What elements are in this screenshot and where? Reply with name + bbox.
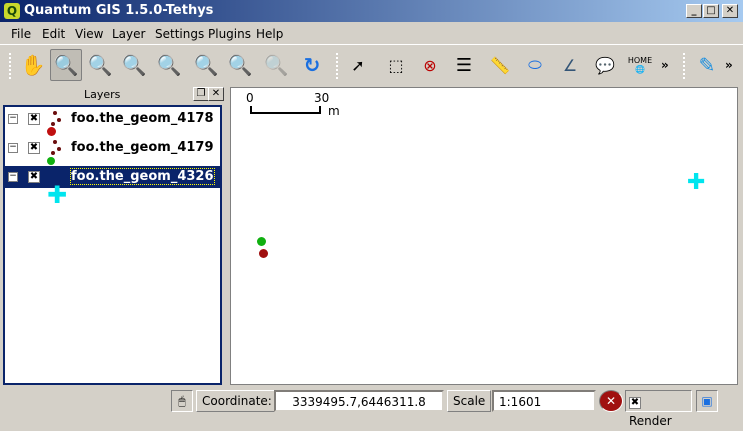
scalebar — [250, 106, 321, 114]
collapse-icon[interactable]: − — [8, 114, 18, 124]
zoom-full-icon[interactable]: 🔍 — [118, 49, 150, 81]
measure-line-icon[interactable]: 📏 — [484, 49, 516, 81]
menu-bar: File Edit View Layer Settings Plugins He… — [0, 22, 743, 44]
toolbar-overflow-button[interactable]: » — [725, 58, 733, 72]
projection-status-icon[interactable]: ▣ — [696, 390, 718, 412]
close-panel-button[interactable]: ✕ — [208, 87, 224, 101]
pan-icon[interactable]: ✋ — [17, 49, 49, 81]
menu-settings[interactable]: Settings — [155, 27, 204, 41]
qgis-logo-icon: Q — [4, 3, 20, 19]
render-label: Render — [629, 414, 672, 428]
scalebar-start: 0 — [246, 91, 254, 105]
home-icon[interactable]: HOME 🌐 — [624, 49, 656, 81]
toolbar: ✋ 🔍 🔍 🔍 🔍 🔍 🔍 🔍 ↻ ➚ ⬚ ⊗ ☰ 📏 ⬭ ∠ 💬 HOME 🌐 … — [0, 44, 743, 86]
scalebar-end: 30 — [314, 91, 330, 105]
minimize-button[interactable]: _ — [686, 4, 702, 18]
close-button[interactable]: ✕ — [722, 4, 738, 18]
scale-label: Scale — [447, 390, 492, 412]
layer-symbol-red-dot — [47, 127, 56, 136]
home-label: HOME — [627, 56, 653, 65]
map-point-red[interactable] — [259, 249, 268, 258]
stop-render-icon[interactable]: ✕ — [599, 390, 623, 412]
menu-help[interactable]: Help — [256, 27, 283, 41]
layers-panel-header: Layers ❐ ✕ — [0, 87, 224, 103]
scalebar-unit: m — [328, 104, 340, 118]
zoom-to-layer-icon[interactable]: 🔍 — [190, 49, 222, 81]
toolbar-grip[interactable] — [683, 53, 687, 79]
refresh-icon[interactable]: ↻ — [296, 49, 328, 81]
zoom-out-icon[interactable]: 🔍 — [84, 49, 116, 81]
maximize-button[interactable]: □ — [703, 4, 719, 18]
measure-angle-icon[interactable]: ∠ — [554, 49, 586, 81]
menu-edit[interactable]: Edit — [42, 27, 65, 41]
scale-field[interactable]: 1:1601 — [492, 390, 596, 412]
menu-file[interactable]: File — [11, 27, 31, 41]
layer-row[interactable]: − ✖ foo.the_geom_4178 — [5, 108, 220, 130]
layer-name: foo.the_geom_4178 — [71, 111, 214, 126]
zoom-in-icon[interactable]: 🔍 — [50, 49, 82, 81]
collapse-icon[interactable]: − — [8, 172, 18, 182]
status-bar: 🖱 Coordinate: 3339495.7,6446311.8 Scale … — [0, 388, 743, 428]
collapse-icon[interactable]: − — [8, 143, 18, 153]
layer-visibility-checkbox[interactable]: ✖ — [28, 113, 40, 125]
layer-name: foo.the_geom_4179 — [71, 140, 214, 155]
layer-row-selected[interactable]: − ✖ foo.the_geom_4326 — [5, 166, 220, 188]
layer-visibility-checkbox[interactable]: ✖ — [28, 171, 40, 183]
map-canvas[interactable]: 0 30 m ✚ — [230, 87, 738, 385]
zoom-last-icon[interactable]: 🔍 — [224, 49, 256, 81]
toolbar-grip[interactable] — [336, 53, 340, 79]
layer-name: foo.the_geom_4326 — [70, 168, 215, 185]
toggle-coordinate-capture-icon[interactable]: 🖱 — [171, 390, 193, 412]
coordinate-label: Coordinate: — [196, 390, 278, 412]
title-bar: Q Quantum GIS 1.5.0-Tethys _ □ ✕ — [0, 0, 743, 22]
menu-plugins[interactable]: Plugins — [208, 27, 251, 41]
select-features-icon[interactable]: ⬚ — [380, 49, 412, 81]
toolbar-overflow-button[interactable]: » — [661, 58, 669, 72]
layer-symbol-green-dot — [47, 157, 55, 165]
attribute-table-icon[interactable]: ☰ — [448, 49, 480, 81]
map-point-cross-icon[interactable]: ✚ — [687, 170, 705, 195]
layer-visibility-checkbox[interactable]: ✖ — [28, 142, 40, 154]
render-checkbox[interactable]: ✖ — [629, 397, 641, 409]
coordinate-field[interactable]: 3339495.7,6446311.8 — [274, 390, 444, 412]
layers-panel-title: Layers — [84, 88, 121, 101]
deselect-icon[interactable]: ⊗ — [414, 49, 446, 81]
measure-area-icon[interactable]: ⬭ — [519, 49, 551, 81]
zoom-to-selection-icon[interactable]: 🔍 — [153, 49, 185, 81]
map-tips-icon[interactable]: 💬 — [589, 49, 621, 81]
layer-row[interactable]: − ✖ foo.the_geom_4179 — [5, 137, 220, 159]
identify-icon[interactable]: ➚ — [342, 49, 374, 81]
menu-view[interactable]: View — [75, 27, 103, 41]
map-point-green[interactable] — [257, 237, 266, 246]
window-title: Quantum GIS 1.5.0-Tethys — [24, 3, 214, 18]
float-panel-button[interactable]: ❐ — [193, 87, 209, 101]
render-toggle[interactable]: ✖ Render — [625, 390, 692, 428]
toolbar-grip[interactable] — [9, 53, 13, 79]
edit-pencil-icon[interactable]: ✎ — [691, 49, 723, 81]
zoom-next-icon[interactable]: 🔍 — [260, 49, 292, 81]
menu-layer[interactable]: Layer — [112, 27, 145, 41]
layer-symbol-cross-icon: ✚ — [47, 181, 68, 209]
layers-tree: − ✖ foo.the_geom_4178 − ✖ foo.the_geom_4… — [3, 105, 222, 385]
